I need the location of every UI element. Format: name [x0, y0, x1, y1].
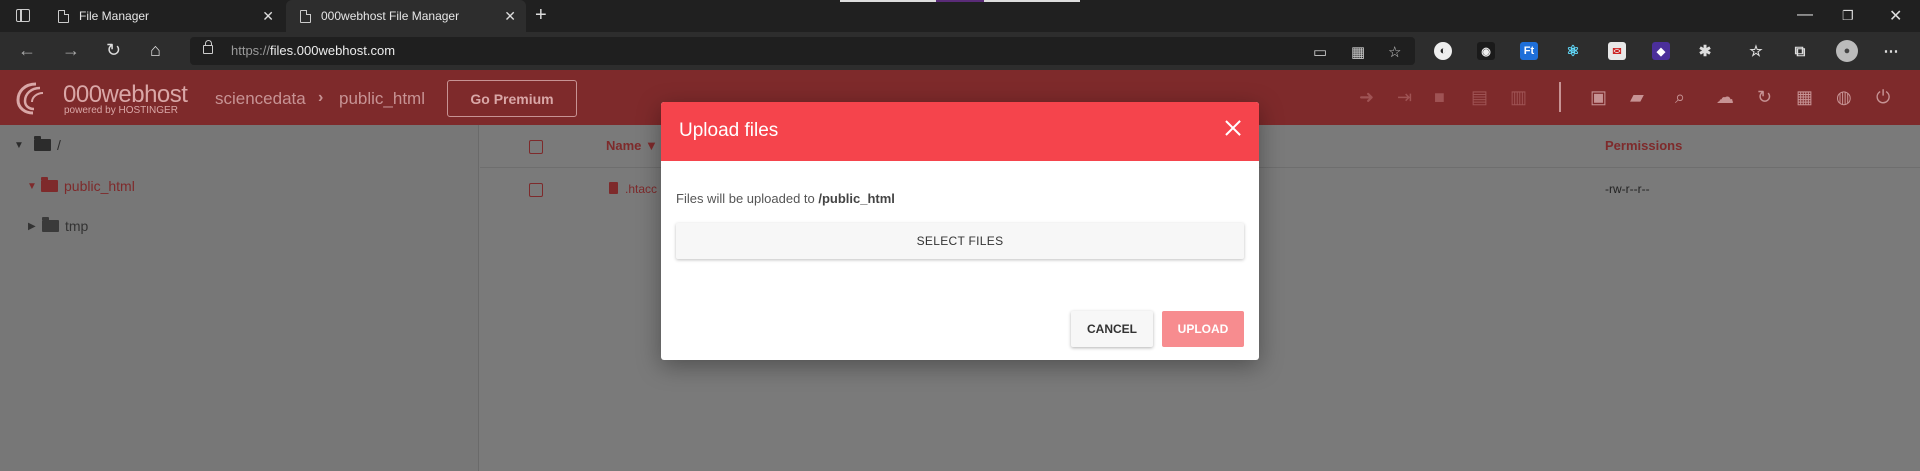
react-devtools-icon[interactable]: ⚛ [1564, 42, 1582, 60]
more-menu-icon[interactable]: ⋯ [1882, 42, 1900, 60]
folder-tree: ▼ / ▼ public_html ▶ tmp [0, 125, 479, 471]
folder-icon [42, 217, 59, 232]
toolbar-divider [1559, 82, 1561, 112]
file-permissions: -rw-r--r-- [1605, 182, 1650, 196]
select-files-button[interactable]: SELECT FILES [676, 223, 1244, 259]
cancel-button[interactable]: CANCEL [1071, 311, 1153, 347]
globe-icon[interactable]: ◍ [1836, 87, 1852, 108]
000webhost-logo-icon [16, 82, 44, 115]
app-available-icon[interactable]: ▭ [1313, 43, 1327, 61]
breadcrumb-public-html[interactable]: public_html [339, 89, 425, 109]
close-icon[interactable] [1225, 120, 1241, 136]
qr-code-icon[interactable]: ▦ [1351, 43, 1365, 61]
back-button[interactable]: ← [18, 40, 36, 61]
move-icon[interactable]: ➜ [1359, 87, 1374, 108]
breadcrumb-sciencedata[interactable]: sciencedata [215, 89, 306, 109]
tree-item-root[interactable]: ▼ / [14, 136, 61, 153]
extension-ft-icon[interactable]: Ft [1520, 42, 1538, 60]
grid-view-icon[interactable]: ▦ [1796, 87, 1813, 108]
select-all-checkbox[interactable] [529, 140, 543, 154]
minimize-button[interactable]: — [1797, 6, 1813, 24]
url-text: https://files.000webhost.com [231, 43, 396, 58]
close-tab-icon[interactable]: ✕ [262, 8, 274, 25]
file-icon [609, 182, 618, 194]
upload-destination-path: /public_html [818, 191, 895, 206]
tab-actions-icon[interactable] [16, 9, 30, 22]
tree-item-tmp[interactable]: ▶ tmp [28, 217, 89, 234]
new-folder-icon[interactable]: ▰ [1630, 87, 1644, 108]
tree-item-label: public_html [64, 178, 135, 194]
upload-button[interactable]: UPLOAD [1162, 311, 1244, 347]
go-premium-button[interactable]: Go Premium [447, 80, 577, 117]
archive-icon[interactable]: ▤ [1471, 87, 1488, 108]
upload-destination-message: Files will be uploaded to /public_html [676, 191, 895, 206]
upload-icon[interactable]: ☁ [1716, 87, 1734, 108]
delete-icon[interactable]: ▥ [1510, 87, 1527, 108]
url-field[interactable]: https://files.000webhost.com ▭ ▦ ☆ [190, 37, 1415, 65]
folder-open-icon [34, 136, 51, 151]
chevron-down-icon[interactable]: ▼ [27, 181, 41, 192]
new-file-icon[interactable]: ▣ [1590, 87, 1607, 108]
tab-file-manager[interactable]: File Manager ✕ [44, 0, 284, 32]
home-icon[interactable]: ⌂ [150, 40, 161, 61]
forward-button[interactable]: → [62, 40, 80, 61]
page-icon [300, 9, 311, 23]
new-tab-button[interactable]: + [535, 4, 547, 27]
restore-button[interactable]: ❐ [1842, 8, 1854, 24]
refresh-button[interactable]: ↻ [106, 40, 121, 61]
column-permissions[interactable]: Permissions [1605, 138, 1682, 153]
add-favorite-icon[interactable]: ☆ [1388, 43, 1401, 61]
tab-000webhost-file-manager[interactable]: 000webhost File Manager ✕ [286, 0, 526, 32]
power-icon[interactable]: ⏻ [1876, 87, 1890, 108]
chevron-right-icon[interactable]: ▶ [28, 221, 42, 232]
row-checkbox[interactable] [529, 183, 543, 197]
column-name[interactable]: Name ▼ [606, 138, 658, 153]
tab-title: File Manager [79, 9, 150, 23]
search-icon[interactable]: ⌕ [1675, 87, 1685, 108]
folder-open-icon [41, 177, 58, 192]
title-strip [840, 0, 1080, 2]
chevron-down-icon[interactable]: ▼ [14, 140, 28, 151]
extension-eye-icon[interactable]: ◉ [1477, 42, 1495, 60]
tab-title: 000webhost File Manager [321, 9, 460, 23]
close-tab-icon[interactable]: ✕ [504, 8, 516, 25]
dialog-header: Upload files [661, 102, 1259, 161]
extension-badge-icon[interactable]: ◆ [1652, 42, 1670, 60]
tree-item-label: / [57, 137, 61, 153]
refresh-icon[interactable]: ↻ [1757, 87, 1772, 108]
permissions-lock-icon[interactable]: ■ [1434, 87, 1445, 108]
logout-icon[interactable]: ⇥ [1397, 87, 1412, 108]
browser-tab-bar: File Manager ✕ 000webhost File Manager ✕… [0, 0, 1920, 32]
window-close-button[interactable]: ✕ [1889, 6, 1902, 26]
collections-icon[interactable]: ⧉ [1791, 42, 1809, 60]
file-name[interactable]: .htacc [625, 182, 657, 196]
extensions-icon[interactable]: ✱ [1696, 42, 1714, 60]
tree-item-public-html[interactable]: ▼ public_html [27, 177, 135, 194]
logo-subtext: powered by HOSTINGER [64, 105, 178, 116]
dialog-title: Upload files [679, 120, 779, 141]
tree-item-label: tmp [65, 218, 89, 234]
favorites-icon[interactable]: ☆ [1747, 42, 1765, 60]
address-bar: ← → ↻ ⌂ https://files.000webhost.com ▭ ▦… [0, 32, 1920, 70]
page-icon [58, 9, 69, 23]
upload-files-dialog: Upload files Files will be uploaded to /… [661, 102, 1259, 360]
extension-red-icon[interactable]: ✉ [1608, 42, 1626, 60]
profile-avatar[interactable]: ● [1836, 40, 1858, 62]
chevron-right-icon: › [318, 89, 324, 106]
extension-1-icon[interactable]: ◐ [1434, 42, 1452, 60]
lock-icon[interactable] [203, 40, 213, 54]
